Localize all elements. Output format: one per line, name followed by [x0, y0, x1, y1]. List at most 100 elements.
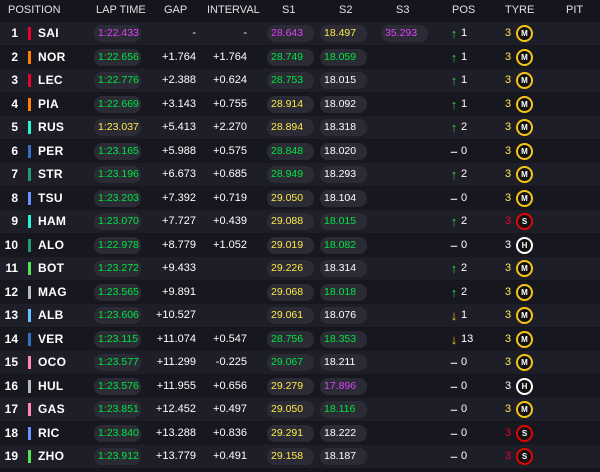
interval-value: [200, 281, 247, 304]
interval-value: +0.497: [213, 403, 247, 415]
header-gap[interactable]: GAP: [164, 4, 187, 16]
tyre-medium-icon: M: [516, 260, 533, 277]
position-number: 4: [11, 96, 18, 111]
table-row[interactable]: 10 ALO 1:22.978 +8.779 +1.052 29.019 18.082 –0 3…: [0, 233, 600, 257]
position-change: 2: [461, 215, 468, 227]
position-change: 0: [461, 191, 468, 204]
header-s3[interactable]: S3: [396, 4, 409, 16]
driver-code[interactable]: STR: [38, 163, 63, 186]
header-interval[interactable]: INTERVAL: [207, 4, 260, 16]
interval-value: +2.270: [213, 121, 247, 133]
driver-code[interactable]: SAI: [38, 22, 59, 45]
position-change: 1: [461, 309, 468, 321]
team-color-bar: [28, 356, 31, 369]
team-color-bar: [28, 97, 31, 111]
team-color-bar: [28, 27, 31, 40]
position-change: 1: [461, 27, 468, 39]
table-row[interactable]: 8 TSU 1:23.203 +7.392 +0.719 29.050 18.104 –0 3 M: [0, 186, 600, 210]
driver-code[interactable]: HUL: [38, 375, 64, 398]
interval-value: +0.439: [213, 215, 247, 227]
table-row[interactable]: 1 SAI 1:22.433- -28.643 18.497 35.293 ↑ 1 3 M: [0, 22, 600, 45]
arrow-up-icon: ↑: [450, 167, 458, 182]
gap-value: +11.074: [156, 332, 196, 345]
table-row[interactable]: 15 OCO 1:23.577 +11.299 -0.225 29.067 18.211 –0…: [0, 351, 600, 374]
table-row[interactable]: 13 ALB 1:23.606 +10.527 29.061 18.076 ↓ 1 3 M: [0, 304, 600, 327]
table-row[interactable]: 12 MAG 1:23.565 +9.891 29.068 18.018 ↑ 2 3 M: [0, 280, 600, 304]
sector-1-time: 29.050: [267, 401, 314, 418]
tyre-age: 3: [505, 74, 512, 86]
table-row[interactable]: 7 STR 1:23.196 +6.673 +0.685 28.949 18.293 ↑ 2 3 M: [0, 163, 600, 186]
driver-code[interactable]: GAS: [38, 398, 65, 421]
table-row[interactable]: 14 VER 1:23.115 +11.074 +0.547 28.756 18.353 ↓ 1…: [0, 327, 600, 351]
driver-code[interactable]: NOR: [38, 46, 66, 69]
tyre-medium-icon: M: [516, 401, 533, 418]
table-row[interactable]: 11 BOT 1:23.272 +9.433 29.226 18.314 ↑ 2 3 M: [0, 257, 600, 280]
interval-value: -0.225: [215, 356, 247, 368]
tyre-medium-icon: M: [516, 142, 533, 160]
arrow-up-icon: ↑: [450, 214, 458, 229]
interval-value: [200, 257, 247, 280]
table-row[interactable]: 6 PER 1:23.165 +5.988 +0.575 28.848 18.020 –0 3 M: [0, 139, 600, 163]
team-color-bar: [28, 426, 31, 440]
driver-code[interactable]: PIA: [38, 93, 59, 116]
position-number: 1: [11, 26, 18, 40]
table-row[interactable]: 19 ZHO 1:23.912 +13.779 +0.491 29.158 18.187 –0…: [0, 445, 600, 468]
header-pos[interactable]: POS: [452, 4, 475, 16]
position-number: 17: [4, 402, 18, 416]
lap-time: 1:23.272: [94, 260, 141, 277]
table-row[interactable]: 18 RIC 1:23.840 +13.288 +0.836 29.291 18.222 –0…: [0, 421, 600, 445]
driver-code[interactable]: HAM: [38, 210, 66, 233]
sector-2-time: 18.015: [320, 72, 367, 89]
interval-value: +0.656: [213, 379, 247, 392]
interval-value: +0.624: [213, 74, 247, 86]
driver-code[interactable]: ZHO: [38, 445, 64, 468]
driver-code[interactable]: RIC: [38, 422, 60, 445]
header-lap-time[interactable]: LAP TIME: [96, 4, 146, 16]
driver-code[interactable]: MAG: [38, 281, 67, 304]
driver-code[interactable]: LEC: [38, 69, 63, 92]
sector-2-time: 18.314: [320, 260, 367, 277]
header-pit[interactable]: PIT: [566, 4, 583, 16]
gap-value: +1.764: [162, 50, 196, 63]
header-position[interactable]: POSITION: [8, 4, 61, 16]
driver-code[interactable]: BOT: [38, 257, 64, 280]
gap-value: +12.452: [155, 403, 196, 415]
driver-code[interactable]: TSU: [38, 187, 63, 210]
arrow-up-icon: ↑: [450, 49, 458, 65]
lap-time: 1:23.196: [94, 166, 141, 183]
dash-icon: –: [450, 355, 458, 370]
driver-code[interactable]: RUS: [38, 116, 64, 139]
tyre-age: 3: [505, 191, 512, 204]
driver-code[interactable]: VER: [38, 328, 64, 351]
position-change: 0: [461, 450, 468, 462]
interval-value: +0.685: [213, 168, 247, 180]
driver-code[interactable]: PER: [38, 140, 64, 163]
table-row[interactable]: 16 HUL 1:23.576 +11.955 +0.656 29.279 17.896 –0…: [0, 374, 600, 398]
table-row[interactable]: 9 HAM 1:23.070 +7.727 +0.439 29.088 18.015 ↑ 2 3 S: [0, 210, 600, 233]
gap-value: +2.388: [162, 74, 196, 86]
gap-value: +7.392: [162, 191, 196, 204]
table-row[interactable]: 17 GAS 1:23.851 +12.452 +0.497 29.050 18.116 –0…: [0, 398, 600, 421]
tyre-age: 3: [505, 332, 512, 345]
arrow-down-icon: ↓: [450, 331, 458, 347]
position-change: 0: [461, 238, 468, 251]
header-s1[interactable]: S1: [282, 4, 295, 16]
driver-code[interactable]: ALO: [38, 234, 64, 257]
tyre-age: 3: [505, 50, 512, 63]
header-tyre[interactable]: TYRE: [505, 4, 534, 16]
timing-tower: POSITION LAP TIME GAP INTERVAL S1 S2 S3 …: [0, 0, 600, 472]
table-row[interactable]: 2 NOR 1:22.656 +1.764 +1.764 28.749 18.059 ↑ 1 3 M: [0, 45, 600, 69]
gap-value: +13.779: [155, 450, 196, 462]
sector-1-time: 28.914: [267, 95, 314, 113]
tyre-medium-icon: M: [516, 25, 533, 42]
header-s2[interactable]: S2: [339, 4, 352, 16]
arrow-up-icon: ↑: [450, 96, 458, 112]
sector-1-time: 29.291: [267, 424, 314, 442]
table-row[interactable]: 5 RUS 1:23.037 +5.413 +2.270 28.894 18.318 ↑ 2 3 M: [0, 116, 600, 139]
table-row[interactable]: 4 PIA 1:22.669 +3.143 +0.755 28.914 18.092 ↑ 1 3 M: [0, 92, 600, 116]
driver-code[interactable]: OCO: [38, 351, 66, 374]
team-color-bar: [28, 238, 31, 252]
gap-value: +10.527: [155, 309, 196, 321]
driver-code[interactable]: ALB: [38, 304, 64, 327]
table-row[interactable]: 3 LEC 1:22.776 +2.388 +0.624 28.753 18.015 ↑ 1 3 M: [0, 69, 600, 92]
